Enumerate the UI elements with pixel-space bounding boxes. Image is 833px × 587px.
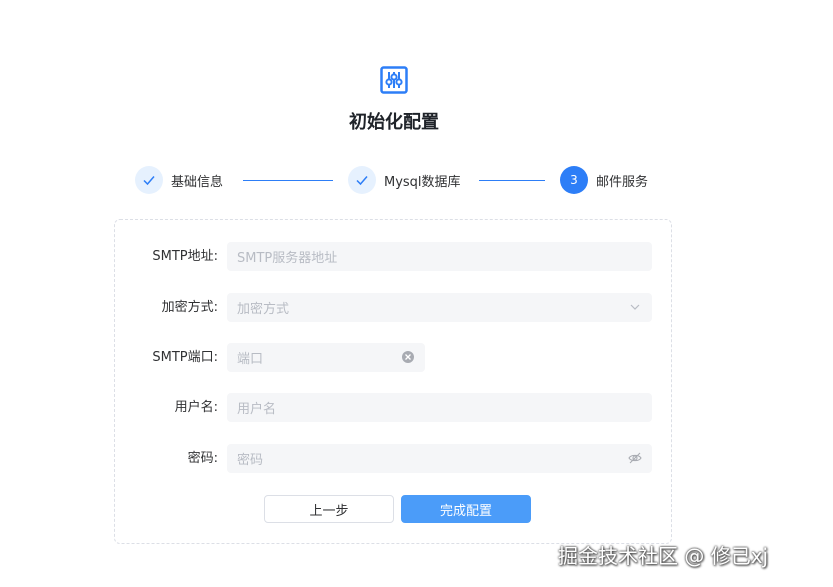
- page-title: 初始化配置: [349, 112, 439, 133]
- step-mail-service: 3 邮件服务: [560, 165, 648, 195]
- step-connector: [479, 180, 545, 181]
- settings-sliders-icon: [380, 66, 408, 94]
- username-input[interactable]: 用户名: [227, 393, 652, 422]
- encryption-label: 加密方式:: [161, 300, 218, 315]
- username-label: 用户名:: [174, 400, 218, 415]
- step-number: 3: [560, 166, 588, 194]
- smtp-address-label: SMTP地址:: [152, 249, 218, 264]
- step-basic-info: 基础信息: [135, 165, 223, 195]
- smtp-port-input[interactable]: 端口: [227, 343, 425, 372]
- username-placeholder: 用户名: [237, 402, 277, 417]
- smtp-address-input[interactable]: SMTP服务器地址: [227, 242, 652, 271]
- finish-config-button[interactable]: 完成配置: [401, 495, 531, 523]
- step-connector: [243, 180, 333, 181]
- watermark: 掘金技术社区 @ 修己xj: [558, 544, 769, 568]
- password-label: 密码:: [187, 451, 218, 466]
- eye-hidden-icon[interactable]: [628, 451, 642, 465]
- prev-step-button[interactable]: 上一步: [264, 495, 394, 523]
- step-label: 邮件服务: [596, 174, 649, 190]
- check-icon: [348, 166, 376, 194]
- check-icon: [135, 166, 163, 194]
- smtp-port-placeholder: 端口: [237, 352, 264, 367]
- smtp-address-placeholder: SMTP服务器地址: [237, 251, 338, 266]
- step-label: Mysql数据库: [384, 174, 461, 190]
- clear-icon[interactable]: [401, 350, 415, 364]
- step-label: 基础信息: [171, 174, 224, 190]
- encryption-select[interactable]: 加密方式: [227, 293, 652, 322]
- encryption-placeholder: 加密方式: [237, 302, 290, 317]
- smtp-port-label: SMTP端口:: [152, 350, 218, 365]
- password-input[interactable]: 密码: [227, 444, 652, 473]
- chevron-down-icon: [630, 304, 640, 310]
- password-placeholder: 密码: [237, 453, 264, 468]
- step-mysql: Mysql数据库: [348, 165, 461, 195]
